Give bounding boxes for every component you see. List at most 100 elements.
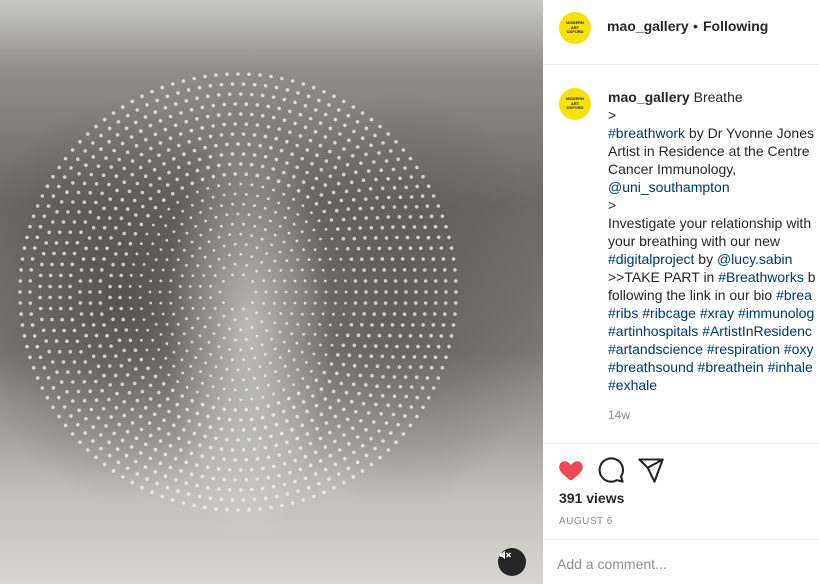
- pattern-dot: [342, 99, 346, 104]
- pattern-dot: [295, 341, 299, 345]
- pattern-dot: [182, 428, 186, 432]
- pattern-dot: [266, 176, 270, 180]
- hashtag-link[interactable]: #ribcage: [642, 305, 696, 321]
- hashtag-link[interactable]: #artinhospitals: [608, 323, 698, 339]
- pattern-dot: [369, 117, 374, 122]
- pattern-dot: [96, 164, 101, 168]
- comment-icon[interactable]: [597, 456, 625, 484]
- pattern-dot: [277, 201, 281, 205]
- post-video[interactable]: [0, 0, 543, 584]
- pattern-dot: [247, 142, 251, 147]
- pattern-dot: [415, 165, 419, 170]
- pattern-dot: [125, 113, 130, 118]
- pattern-dot: [270, 337, 273, 341]
- hashtag-link[interactable]: #exhale: [608, 377, 657, 393]
- pattern-dot: [384, 236, 389, 240]
- pattern-dot: [138, 165, 143, 170]
- pattern-dot: [111, 111, 116, 115]
- pattern-dot: [283, 364, 287, 368]
- hashtag-link[interactable]: @lucy.sabin: [717, 251, 792, 267]
- pattern-dot: [139, 152, 144, 157]
- pattern-dot: [411, 257, 415, 261]
- pattern-dot: [50, 317, 54, 322]
- pattern-dot: [265, 329, 269, 332]
- post-time[interactable]: 14w: [608, 408, 630, 422]
- hashtag-link[interactable]: #inhale: [768, 359, 813, 375]
- hashtag-link[interactable]: #digitalproject: [608, 251, 694, 267]
- heart-filled-icon[interactable]: [557, 456, 585, 484]
- following-button[interactable]: Following: [703, 18, 768, 34]
- pattern-dot: [377, 333, 382, 338]
- pattern-dot: [59, 306, 63, 311]
- pattern-dot: [62, 251, 66, 256]
- pattern-dot: [264, 290, 268, 294]
- pattern-dot: [335, 247, 339, 251]
- pattern-dot: [381, 375, 385, 379]
- hashtag-link[interactable]: #ArtistInResidenc: [702, 323, 812, 339]
- hashtag-link[interactable]: #breathsound: [608, 359, 694, 375]
- pattern-dot: [178, 296, 182, 299]
- pattern-dot: [268, 269, 271, 272]
- pattern-dot: [310, 418, 314, 423]
- pattern-dot: [200, 177, 205, 182]
- hashtag-link[interactable]: #immunolog: [738, 305, 814, 321]
- pattern-dot: [117, 338, 122, 343]
- pattern-dot: [159, 248, 163, 252]
- pattern-dot: [408, 246, 413, 250]
- header-username[interactable]: mao_gallery: [607, 18, 689, 34]
- hashtag-link[interactable]: #xray: [700, 305, 734, 321]
- pattern-dot: [75, 240, 80, 245]
- pattern-dot: [311, 85, 316, 90]
- pattern-dot: [347, 227, 352, 231]
- pattern-dot: [375, 196, 379, 200]
- pattern-dot: [263, 445, 268, 450]
- pattern-dot: [190, 240, 194, 244]
- pattern-dot: [277, 127, 282, 131]
- pattern-dot: [217, 396, 221, 400]
- pattern-dot: [88, 290, 92, 294]
- caption-username[interactable]: mao_gallery: [608, 89, 694, 105]
- pattern-dot: [55, 210, 59, 214]
- pattern-dot: [319, 412, 324, 417]
- pattern-dot: [431, 194, 436, 198]
- hashtag-link[interactable]: #Breathworks: [718, 269, 804, 285]
- hashtag-link[interactable]: #brea: [776, 287, 812, 303]
- mute-button[interactable]: [498, 548, 526, 576]
- pattern-dot: [451, 257, 456, 261]
- pattern-dot: [138, 414, 143, 419]
- pattern-dot: [195, 96, 199, 101]
- pattern-dot: [285, 440, 289, 445]
- hashtag-link[interactable]: #artandscience: [608, 341, 703, 357]
- pattern-dot: [145, 348, 149, 352]
- pattern-dot: [171, 332, 174, 336]
- pattern-dot: [108, 284, 112, 289]
- pattern-dot: [321, 312, 325, 316]
- caption-segment: Investigate your relationship with: [608, 215, 812, 231]
- pattern-dot: [356, 333, 361, 338]
- hashtag-link[interactable]: @uni_southampton: [608, 179, 730, 195]
- hashtag-link[interactable]: #respiration: [707, 341, 780, 357]
- hashtag-link[interactable]: #ribs: [608, 305, 638, 321]
- pattern-dot: [239, 398, 243, 402]
- view-count[interactable]: 391 views: [559, 490, 624, 506]
- pattern-dot: [222, 336, 226, 340]
- pattern-dot: [121, 262, 125, 267]
- hashtag-link[interactable]: #oxy: [784, 341, 814, 357]
- comment-input[interactable]: [557, 552, 797, 576]
- avatar[interactable]: MODERN ART OXFORD: [559, 12, 591, 44]
- hashtag-link[interactable]: #breathein: [698, 359, 764, 375]
- pattern-dot: [339, 381, 344, 386]
- pattern-dot: [282, 240, 286, 244]
- pattern-dot: [447, 344, 451, 349]
- pattern-dot: [319, 387, 324, 391]
- pattern-dot: [96, 416, 101, 420]
- hashtag-link[interactable]: #breathwork: [608, 125, 685, 141]
- pattern-dot: [252, 497, 257, 502]
- paper-plane-icon[interactable]: [637, 456, 665, 484]
- caption-avatar[interactable]: MODERN ART OXFORD: [559, 88, 591, 120]
- pattern-dot: [360, 444, 365, 448]
- pattern-dot: [250, 183, 254, 187]
- pattern-dot: [124, 453, 129, 458]
- pattern-dot: [78, 279, 83, 283]
- pattern-dot: [177, 436, 181, 441]
